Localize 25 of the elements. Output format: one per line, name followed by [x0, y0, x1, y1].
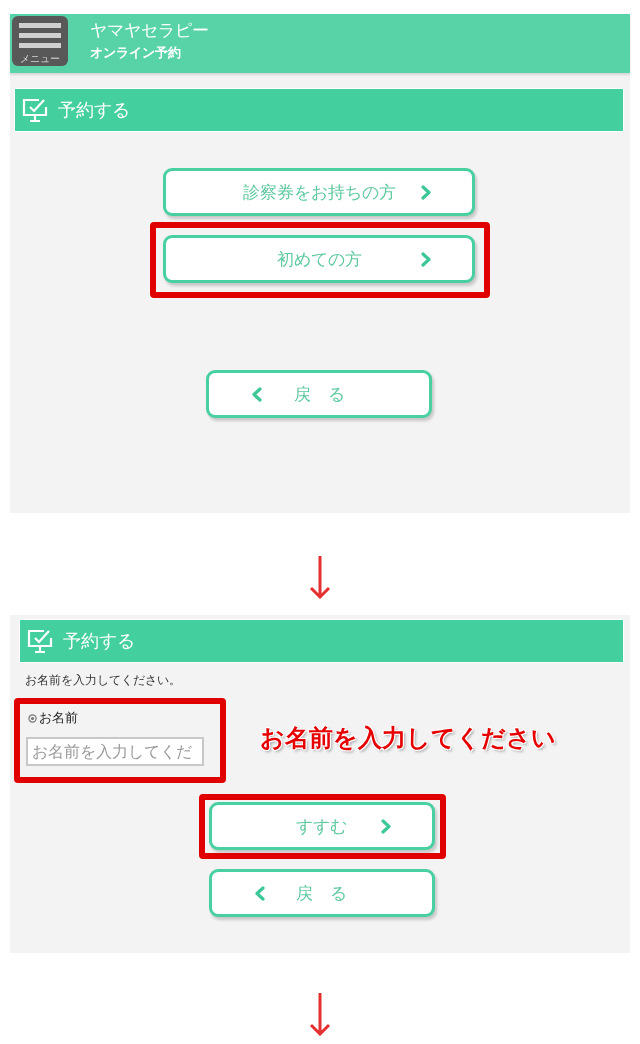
instruction-text: お名前を入力してください。 — [25, 673, 181, 688]
menu-icon — [19, 23, 61, 48]
monitor-check-icon — [27, 628, 53, 654]
option-button[interactable]: 診察券をお持ちの方 — [163, 168, 475, 216]
double-circle-icon — [28, 713, 37, 723]
next-button[interactable]: すすむ — [208, 802, 435, 850]
chevron-right-icon — [421, 184, 431, 200]
chevron-left-icon — [252, 386, 262, 402]
callout-text: お名前を入力してください — [260, 723, 556, 753]
chevron-left-icon — [254, 885, 265, 901]
arrow-down-icon — [309, 993, 331, 1036]
back-button[interactable]: 戻 る — [208, 869, 435, 917]
back-button[interactable]: 戻 る — [206, 370, 432, 418]
option-button[interactable]: 初めての方 — [163, 235, 475, 283]
section-title: 予約する — [58, 98, 130, 122]
section-title: 予約する — [63, 629, 135, 653]
arrow-down-icon — [309, 556, 331, 599]
site-title: ヤマヤセラピー — [90, 19, 209, 41]
name-input[interactable]: お名前を入力してくだ — [26, 737, 204, 766]
menu-button[interactable]: メニュー — [12, 16, 68, 66]
chevron-right-icon — [380, 818, 391, 834]
chevron-right-icon — [421, 251, 431, 267]
monitor-check-icon — [22, 97, 48, 123]
field-label: お名前 — [39, 710, 78, 726]
site-subtitle: オンライン予約 — [90, 44, 182, 62]
